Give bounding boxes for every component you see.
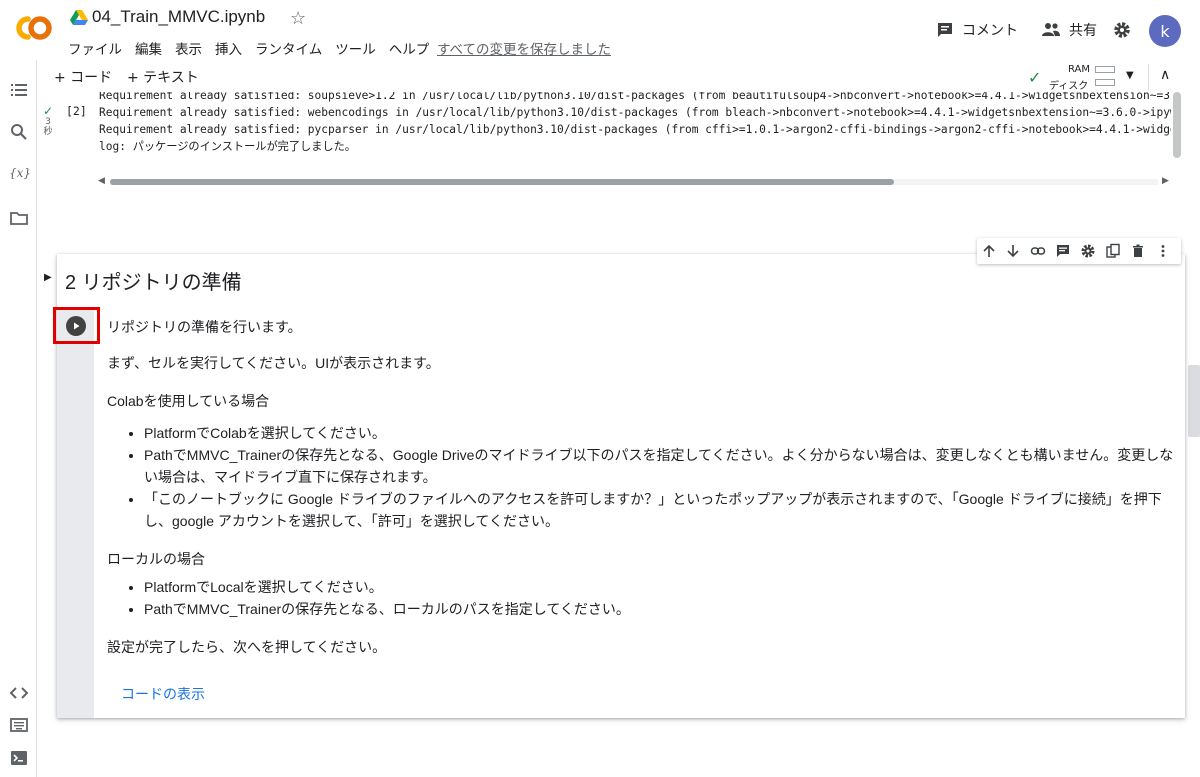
notebook-toolbar: + コード + テキスト ✓ RAM ディスク ▼ ∧ bbox=[38, 62, 1200, 92]
list-item: PathでMMVC_Trainerの保存先となる、ローカルのパスを指定してくださ… bbox=[144, 598, 1177, 620]
terminal-icon[interactable] bbox=[9, 748, 29, 768]
local-heading: ローカルの場合 bbox=[107, 551, 205, 567]
step-text: まず、セルを実行してください。UIが表示されます。 bbox=[107, 355, 440, 371]
output-line: Requirement already satisfied: pycparser… bbox=[99, 123, 1171, 136]
ram-label: RAM bbox=[1068, 64, 1091, 75]
menu-view[interactable]: 表示 bbox=[175, 38, 202, 58]
execution-duration: 3秒 bbox=[43, 117, 53, 137]
disk-label: ディスク bbox=[1049, 81, 1089, 92]
move-up-icon[interactable] bbox=[981, 243, 997, 259]
people-icon bbox=[1042, 23, 1060, 36]
menu-help[interactable]: ヘルプ bbox=[389, 38, 430, 58]
comment-icon[interactable] bbox=[1055, 243, 1071, 259]
colab-logo[interactable] bbox=[10, 10, 54, 46]
scroll-right-icon[interactable]: ▶ bbox=[1162, 176, 1169, 186]
markdown-content: リポジトリの準備を行います。 まず、セルを実行してください。UIが表示されます。… bbox=[107, 316, 1177, 658]
scroll-thumb[interactable] bbox=[110, 179, 894, 185]
ram-usage-bar[interactable] bbox=[1095, 66, 1115, 73]
add-code-button[interactable]: + コード bbox=[54, 67, 112, 87]
output-horizontal-scrollbar[interactable]: ◀ ▶ bbox=[98, 176, 1172, 188]
highlight-box bbox=[53, 307, 100, 344]
execution-success-icon: ✓ bbox=[43, 104, 54, 118]
code-cell-output: ✓ 3秒 [2] Requirement already satisfied: … bbox=[38, 92, 1183, 197]
delete-icon[interactable] bbox=[1130, 243, 1146, 259]
toc-list-icon[interactable] bbox=[9, 80, 29, 100]
menu-runtime[interactable]: ランタイム bbox=[255, 38, 322, 58]
more-options-icon[interactable] bbox=[1155, 243, 1171, 259]
local-list: PlatformでLocalを選択してください。 PathでMMVC_Train… bbox=[107, 576, 1177, 620]
disk-usage-bar[interactable] bbox=[1095, 79, 1115, 86]
list-item: 「このノートブックに Google ドライブのファイルへのアクセスを許可しますか… bbox=[144, 488, 1177, 532]
execution-count: [2] bbox=[66, 104, 87, 118]
link-icon[interactable] bbox=[1030, 243, 1046, 259]
cell-settings-icon[interactable] bbox=[1080, 243, 1096, 259]
colab-heading: Colabを使用している場合 bbox=[107, 393, 270, 409]
variables-icon[interactable]: {x} bbox=[9, 166, 31, 186]
code-snippets-icon[interactable] bbox=[9, 683, 29, 703]
mirror-cell-icon[interactable] bbox=[1105, 243, 1121, 259]
move-down-icon[interactable] bbox=[1005, 243, 1021, 259]
page-scrollbar-thumb[interactable] bbox=[1188, 365, 1200, 437]
cell-gutter bbox=[57, 308, 94, 718]
save-status[interactable]: すべての変更を保存しました bbox=[437, 38, 611, 58]
share-label: 共有 bbox=[1069, 23, 1097, 39]
scroll-left-icon[interactable]: ◀ bbox=[98, 176, 105, 186]
output-line: Requirement already satisfied: webencodi… bbox=[99, 106, 1171, 119]
collapse-header-icon[interactable]: ∧ bbox=[1160, 67, 1170, 83]
user-avatar[interactable]: k bbox=[1149, 15, 1181, 47]
finish-text: 設定が完了したら、次へを押してください。 bbox=[107, 639, 387, 655]
list-item: PlatformでColabを選択してください。 bbox=[144, 422, 1177, 444]
list-item: PathでMMVC_Trainerの保存先となる、Google Driveのマイ… bbox=[144, 444, 1177, 488]
output-line: Requirement already satisfied: soupsieve… bbox=[99, 92, 1171, 102]
connected-check-icon: ✓ bbox=[1028, 68, 1042, 87]
output-vertical-scrollbar[interactable] bbox=[1173, 92, 1181, 158]
left-sidebar: {x} bbox=[0, 60, 37, 777]
comment-button[interactable]: コメント bbox=[936, 20, 1018, 40]
menu-bar: ファイル 編集 表示 挿入 ランタイム ツール ヘルプ bbox=[68, 38, 429, 58]
menu-tools[interactable]: ツール bbox=[335, 38, 376, 58]
section-collapse-icon[interactable]: ▶ bbox=[44, 272, 52, 283]
cell-toolbar bbox=[977, 238, 1181, 264]
comment-label: コメント bbox=[962, 23, 1018, 39]
add-text-button[interactable]: + テキスト bbox=[127, 67, 199, 87]
top-header: 04_Train_MMVC.ipynb ☆ ファイル 編集 表示 挿入 ランタイ… bbox=[0, 0, 1200, 60]
menu-edit[interactable]: 編集 bbox=[135, 38, 162, 58]
list-item: PlatformでLocalを選択してください。 bbox=[144, 576, 1177, 598]
show-code-link[interactable]: コードの表示 bbox=[121, 684, 205, 704]
comment-icon bbox=[938, 23, 952, 37]
share-button[interactable]: 共有 bbox=[1041, 20, 1097, 40]
menu-insert[interactable]: 挿入 bbox=[215, 38, 242, 58]
menu-file[interactable]: ファイル bbox=[68, 38, 122, 58]
output-text: Requirement already satisfied: soupsieve… bbox=[99, 92, 1171, 155]
google-drive-icon[interactable] bbox=[70, 10, 88, 26]
toolbar-divider bbox=[1148, 64, 1149, 90]
folder-icon[interactable] bbox=[9, 208, 29, 228]
settings-gear-icon[interactable] bbox=[1112, 20, 1132, 40]
intro-text: リポジトリの準備を行います。 bbox=[107, 319, 302, 335]
colab-list: PlatformでColabを選択してください。 PathでMMVC_Train… bbox=[107, 422, 1177, 532]
star-icon[interactable]: ☆ bbox=[290, 8, 306, 29]
search-icon[interactable] bbox=[9, 122, 29, 142]
resources-dropdown-icon[interactable]: ▼ bbox=[1126, 70, 1134, 81]
output-line: log: パッケージのインストールが完了しました。 bbox=[99, 140, 356, 153]
notebook-title[interactable]: 04_Train_MMVC.ipynb bbox=[92, 7, 265, 27]
section-heading: 2 リポジトリの準備 bbox=[65, 272, 242, 294]
command-palette-icon[interactable] bbox=[9, 715, 29, 735]
